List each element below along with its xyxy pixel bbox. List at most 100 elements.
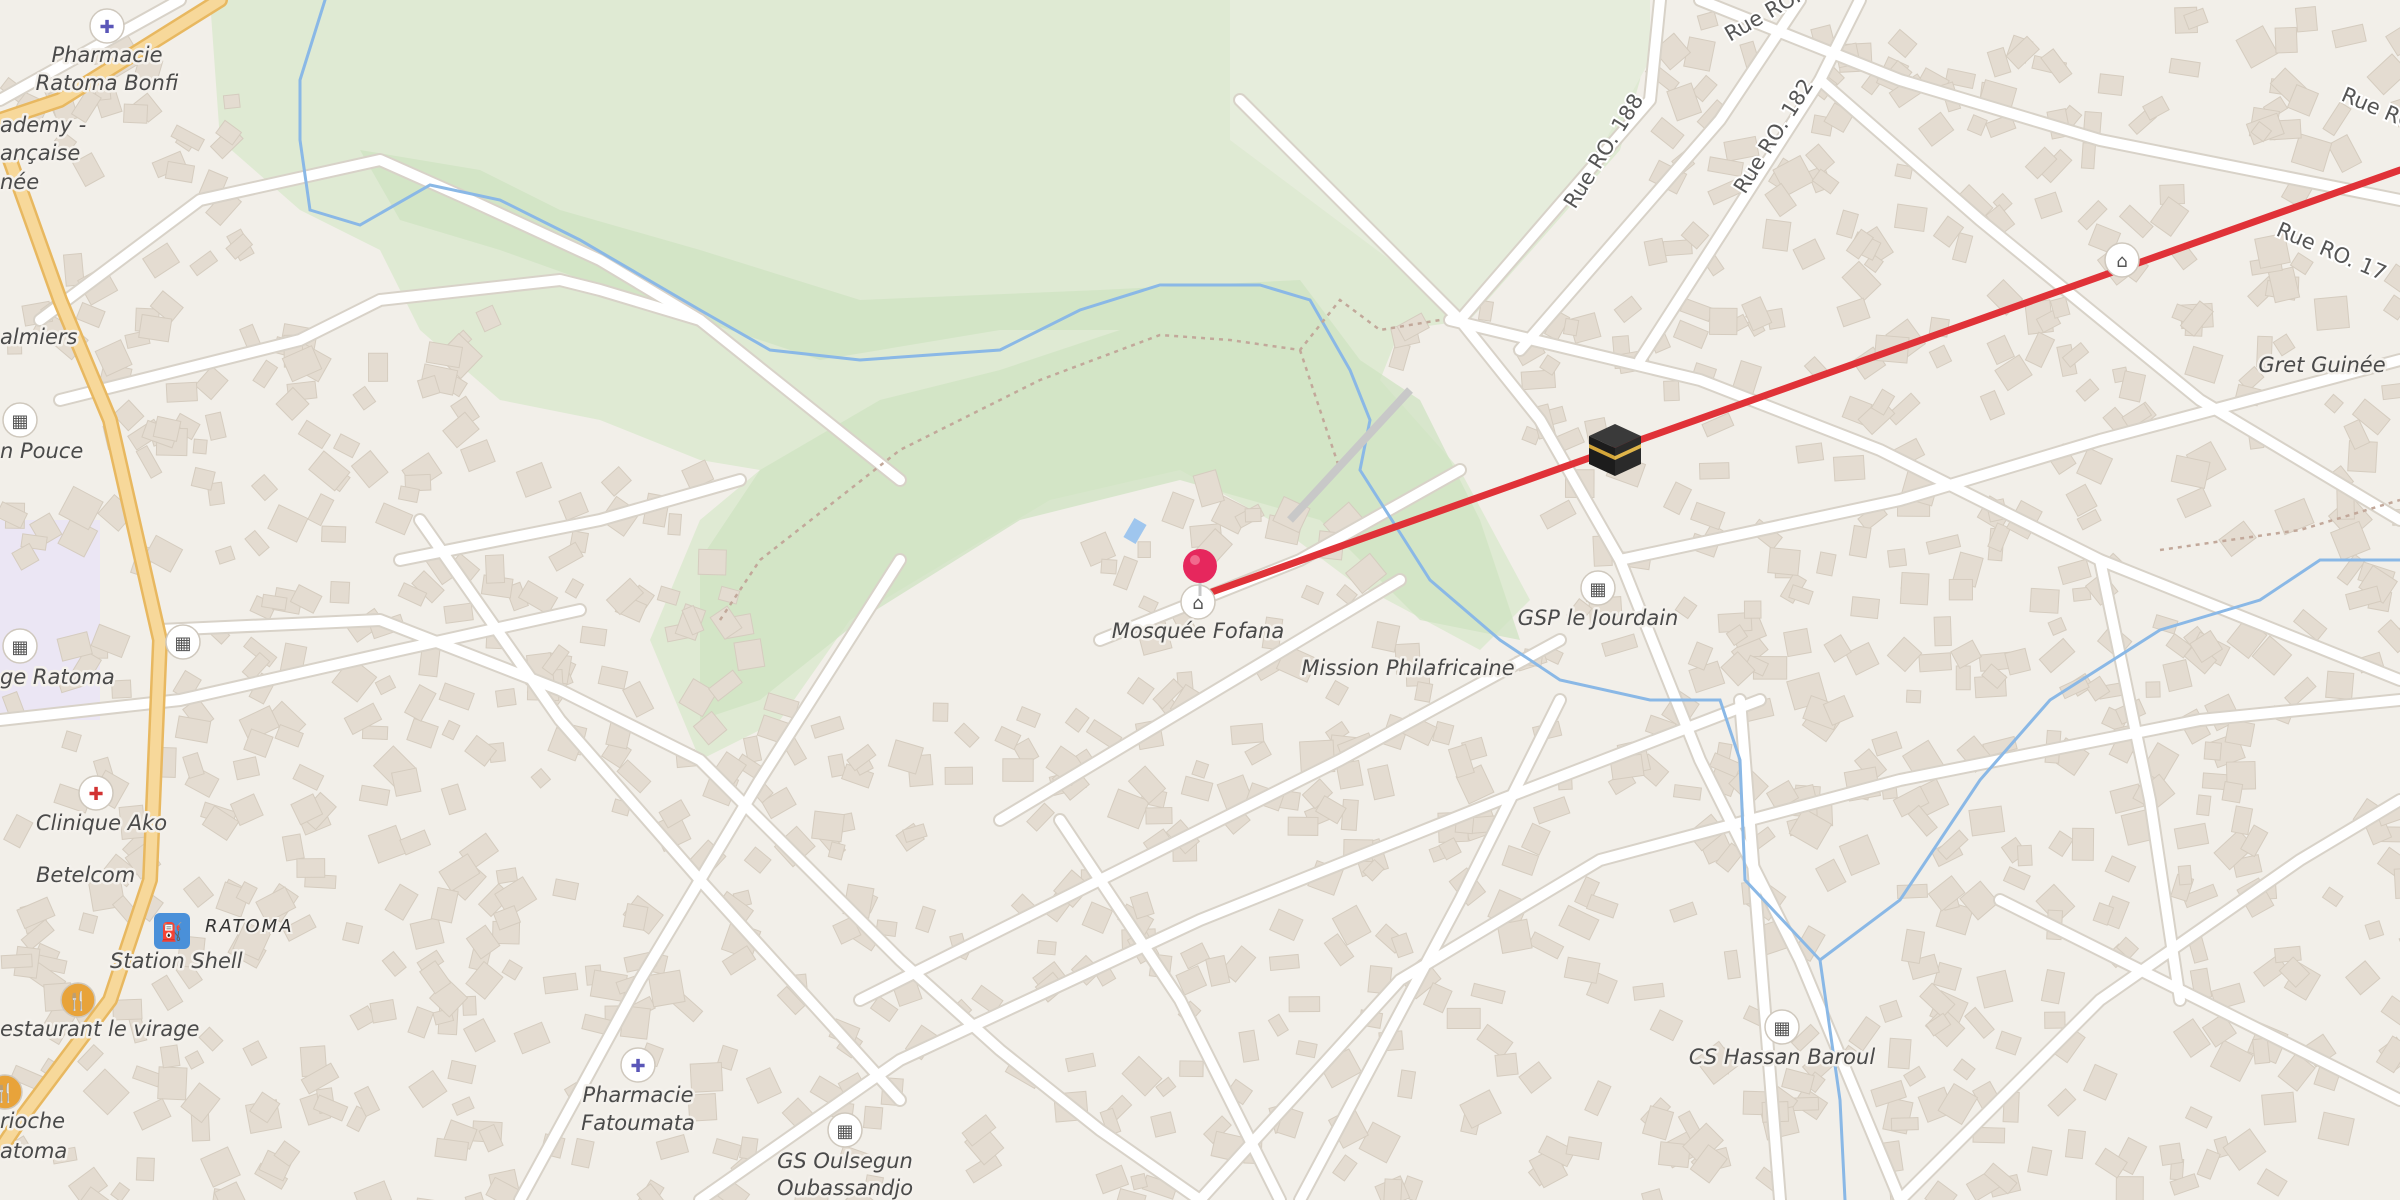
school-icon[interactable]: ▦	[1580, 570, 1616, 606]
svg-text:▦: ▦	[1773, 1018, 1790, 1039]
station-shell-label: Station Shell	[110, 949, 243, 973]
building	[1340, 798, 1359, 831]
building	[296, 858, 326, 878]
building	[2064, 1129, 2086, 1160]
pharmacy-icon[interactable]: ✚	[89, 8, 125, 44]
building	[1905, 689, 1922, 704]
svg-text:⌂: ⌂	[1192, 593, 1203, 614]
building	[2325, 670, 2355, 701]
building	[1893, 203, 1928, 233]
building	[1494, 1052, 1519, 1077]
building	[2203, 741, 2223, 761]
building	[138, 313, 173, 343]
building	[622, 902, 649, 931]
building	[1968, 805, 2006, 837]
restaurant-le-virage-label: estaurant le virage	[0, 1017, 199, 1041]
svg-text:🍴: 🍴	[0, 1082, 16, 1104]
building	[2080, 142, 2097, 170]
building	[390, 767, 422, 797]
building	[1767, 547, 1801, 576]
clinic-icon[interactable]: ✚	[78, 775, 114, 811]
guinee-label: née	[0, 170, 39, 194]
building	[2029, 587, 2060, 614]
palmiers-label: almiers	[0, 325, 78, 349]
building	[495, 867, 519, 885]
building	[932, 702, 949, 722]
gsp-le-jourdain-label: GSP le Jourdain	[1518, 606, 1679, 630]
building	[2381, 382, 2400, 401]
building	[1130, 1172, 1148, 1191]
building	[1137, 541, 1151, 559]
building	[647, 969, 686, 1008]
building	[494, 688, 517, 708]
building	[1150, 1111, 1177, 1138]
map-canvas[interactable]: Rue RO. 177 Rue RO. 188 Rue RO. 182 Rue …	[0, 0, 2400, 1200]
building	[329, 580, 351, 604]
academy-label: ademy -	[0, 113, 86, 137]
building	[2273, 945, 2302, 964]
building	[1662, 239, 1693, 257]
building	[1287, 816, 1319, 836]
building	[1663, 380, 1680, 402]
building	[542, 972, 579, 995]
building	[689, 1061, 724, 1093]
svg-text:⌂: ⌂	[2116, 251, 2127, 272]
building	[2252, 1037, 2271, 1065]
mosque-icon[interactable]: ⌂	[1180, 584, 1216, 620]
pharmacie-fatoumata-line1: Pharmacie	[582, 1083, 693, 1107]
building	[1145, 806, 1173, 825]
building	[1288, 996, 1321, 1013]
building	[811, 810, 845, 843]
building	[2221, 781, 2244, 804]
school-icon[interactable]: ▦	[1764, 1009, 1800, 1045]
building	[2274, 26, 2298, 54]
cs-hassan-baroul-label: CS Hassan Baroul	[1689, 1045, 1876, 1069]
building	[1002, 758, 1034, 782]
building	[1887, 548, 1908, 568]
building	[321, 525, 347, 543]
building	[2115, 1176, 2144, 1200]
svg-text:⛽: ⛽	[161, 921, 183, 943]
building	[1562, 317, 1580, 337]
pharmacy-icon[interactable]: ✚	[620, 1047, 656, 1083]
building	[159, 1044, 181, 1069]
building	[1036, 939, 1057, 956]
school-icon[interactable]: ▦	[165, 624, 201, 660]
building	[2177, 864, 2193, 886]
school-icon[interactable]: ▦	[827, 1112, 863, 1148]
gret-guinee-label: Gret Guinée	[2258, 353, 2385, 377]
school-icon[interactable]: ▦	[2, 402, 38, 438]
building	[667, 513, 683, 536]
building	[733, 638, 766, 672]
building	[1446, 1007, 1481, 1030]
building	[434, 1137, 470, 1161]
school-icon[interactable]: ▦	[2, 628, 38, 664]
building	[1795, 442, 1825, 464]
building	[1762, 218, 1792, 252]
building	[1933, 616, 1952, 647]
building	[1743, 600, 1762, 619]
building	[1918, 652, 1953, 673]
building	[1230, 722, 1265, 746]
restaurant-icon[interactable]: 🍴	[60, 982, 96, 1018]
building	[862, 1105, 884, 1130]
svg-text:✚: ✚	[99, 17, 114, 38]
building	[443, 602, 474, 624]
building	[152, 415, 182, 442]
building	[190, 466, 216, 491]
building	[1698, 462, 1730, 480]
building	[1383, 1178, 1403, 1200]
mosque-icon[interactable]: ⌂	[2104, 242, 2140, 278]
mission-philafricaine-label: Mission Philafricaine	[1301, 656, 1514, 680]
map-layer[interactable]: Rue RO. 177 Rue RO. 188 Rue RO. 182 Rue …	[0, 0, 2400, 1200]
pharmacie-ratoma-bonfi-line1: Pharmacie	[51, 43, 162, 67]
brioche-label: rioche	[0, 1109, 65, 1133]
building	[165, 381, 198, 403]
pharmacie-fatoumata-line2: Fatoumata	[581, 1111, 695, 1135]
fuel-icon[interactable]: ⛽	[154, 913, 190, 949]
building	[1887, 1037, 1912, 1070]
clinique-ako-label: Clinique Ako	[36, 811, 167, 835]
building	[1709, 307, 1738, 336]
building	[1890, 1117, 1919, 1131]
building	[0, 953, 33, 969]
